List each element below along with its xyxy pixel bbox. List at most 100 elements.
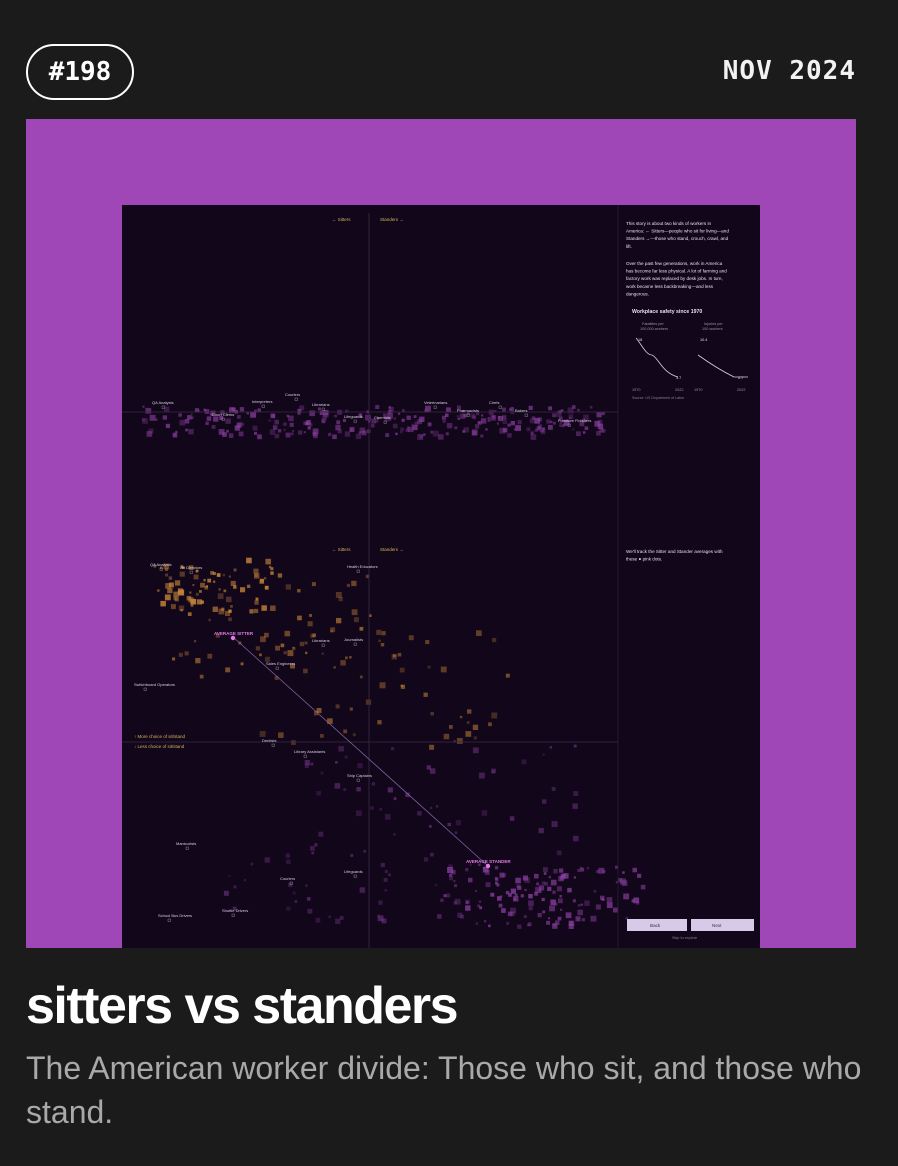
occupation-dot (541, 881, 546, 885)
mini-chart-x-end: 2022 (737, 388, 745, 392)
occupation-dot (465, 731, 472, 737)
occupation-dot (534, 428, 538, 432)
occupation-dot (549, 746, 552, 749)
occupation-dot (249, 609, 254, 614)
occupation-dot (323, 412, 329, 418)
occupation-dot (573, 744, 577, 748)
occupation-dot (307, 621, 313, 627)
source-note: Source: US Department of Labor (632, 396, 685, 400)
occupation-dot (228, 617, 232, 622)
hero-image[interactable]: ← Sitters Standers → ← Sitters Standers … (26, 119, 856, 948)
occupation-dot (225, 610, 231, 616)
occupation-dot (542, 427, 546, 431)
back-label: Back (650, 923, 661, 928)
occupation-dot (477, 421, 480, 424)
occupation-dot (339, 916, 344, 920)
less-choice-label: ↓ Less choice of sit/stand (134, 744, 185, 749)
occupation-dot (305, 884, 308, 887)
occupation-dot (454, 426, 458, 430)
occupation-dot (259, 731, 266, 737)
skip-to-explore-link[interactable]: Skip to explore (672, 936, 697, 940)
occupation-marker (261, 404, 265, 408)
occupation-dot (285, 584, 291, 590)
occupation-dot (363, 850, 366, 853)
occupation-dot (361, 430, 367, 436)
occupation-dot (475, 922, 478, 925)
occupation-dot (288, 882, 293, 887)
occupation-dot (264, 632, 269, 638)
occupation-dot (548, 917, 551, 920)
occupation-dot (387, 787, 393, 793)
occupation-dot (623, 893, 630, 900)
occupation-dot (292, 891, 296, 895)
occupation-dot (206, 416, 212, 421)
occupation-dot (142, 405, 145, 408)
mini-chart-label: 100 workers (702, 327, 723, 331)
occupation-dot (304, 760, 310, 766)
occupation-dot (238, 431, 244, 437)
occupation-dot (173, 591, 179, 598)
occupation-dot (523, 915, 527, 918)
occupation-dot (165, 573, 169, 577)
occupation-dot (568, 920, 575, 927)
occupation-dot (230, 605, 233, 608)
occupation-dot (254, 608, 259, 614)
occupation-dot (393, 797, 397, 801)
occupation-dot (577, 868, 581, 872)
occupation-dot (596, 412, 602, 418)
occupation-dot (172, 432, 177, 437)
story-title[interactable]: sitters vs standers (26, 976, 459, 1036)
occupation-dot (542, 910, 546, 914)
occupation-dot (380, 862, 385, 868)
occupation-dot (179, 571, 185, 577)
occupation-dot (174, 580, 181, 586)
sidebar-line: has become far less physical. A lot of f… (626, 269, 727, 274)
occupation-dot (343, 729, 348, 734)
occupation-dot (195, 592, 199, 596)
mini-chart-line (697, 354, 748, 378)
occupation-dot (213, 580, 216, 583)
occupation-label: Shuttle Drivers (222, 908, 248, 913)
occupation-dot (365, 699, 372, 705)
next-button[interactable] (691, 919, 754, 931)
occupation-dot (490, 892, 495, 897)
occupation-dot (345, 656, 348, 660)
occupation-marker (271, 743, 275, 747)
occupation-dot (164, 406, 170, 412)
occupation-dot (572, 428, 575, 431)
occupation-dot (207, 653, 213, 659)
occupation-dot (268, 419, 271, 422)
occupation-dot (283, 422, 287, 426)
occupation-dot (380, 643, 385, 647)
occupation-dot (286, 859, 291, 864)
sidebar-line: We'll track the Sitter and Stander avera… (626, 549, 723, 554)
occupation-dot (233, 885, 237, 889)
occupation-dot (558, 898, 563, 904)
occupation-dot (225, 418, 231, 424)
occupation-dot (259, 653, 262, 657)
occupation-dot (303, 431, 306, 434)
occupation-marker (167, 918, 171, 922)
occupation-marker (294, 397, 298, 401)
occupation-dot (393, 654, 396, 658)
occupation-dot (338, 746, 344, 752)
occupation-dot (222, 432, 227, 437)
occupation-dot (223, 589, 227, 593)
occupation-dot (590, 915, 597, 922)
occupation-dot (185, 428, 188, 432)
occupation-dot (264, 585, 269, 590)
occupation-dot (365, 414, 371, 421)
occupation-dot (542, 799, 547, 804)
occupation-dot (228, 433, 234, 438)
occupation-dot (479, 906, 483, 910)
occupation-dot (498, 903, 503, 908)
occupation-dot (290, 432, 294, 436)
occupation-dot (395, 432, 398, 436)
occupation-dot (541, 897, 545, 902)
occupation-dot (445, 432, 449, 436)
sidebar-line: work became less backbreaking—and less (626, 284, 714, 289)
mini-chart-label: Fatalities per (642, 322, 664, 326)
occupation-dot (165, 423, 170, 428)
occupation-dot (307, 426, 311, 430)
occupation-dot (356, 787, 361, 792)
